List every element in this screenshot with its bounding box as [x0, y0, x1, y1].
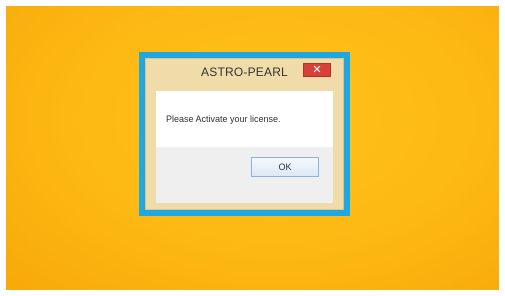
dialog-button-area: OK	[156, 147, 333, 203]
dialog-titlebar[interactable]: ASTRO-PEARL ✕	[146, 59, 343, 85]
close-button[interactable]: ✕	[303, 63, 331, 77]
message-dialog: ASTRO-PEARL ✕ Please Activate your licen…	[145, 58, 344, 210]
close-icon: ✕	[312, 63, 322, 76]
highlight-frame: ASTRO-PEARL ✕ Please Activate your licen…	[139, 52, 350, 216]
dialog-content: Please Activate your license.	[156, 91, 333, 147]
desktop-background: ASTRO-PEARL ✕ Please Activate your licen…	[6, 6, 499, 290]
dialog-message: Please Activate your license.	[166, 114, 281, 124]
ok-button[interactable]: OK	[251, 157, 319, 177]
